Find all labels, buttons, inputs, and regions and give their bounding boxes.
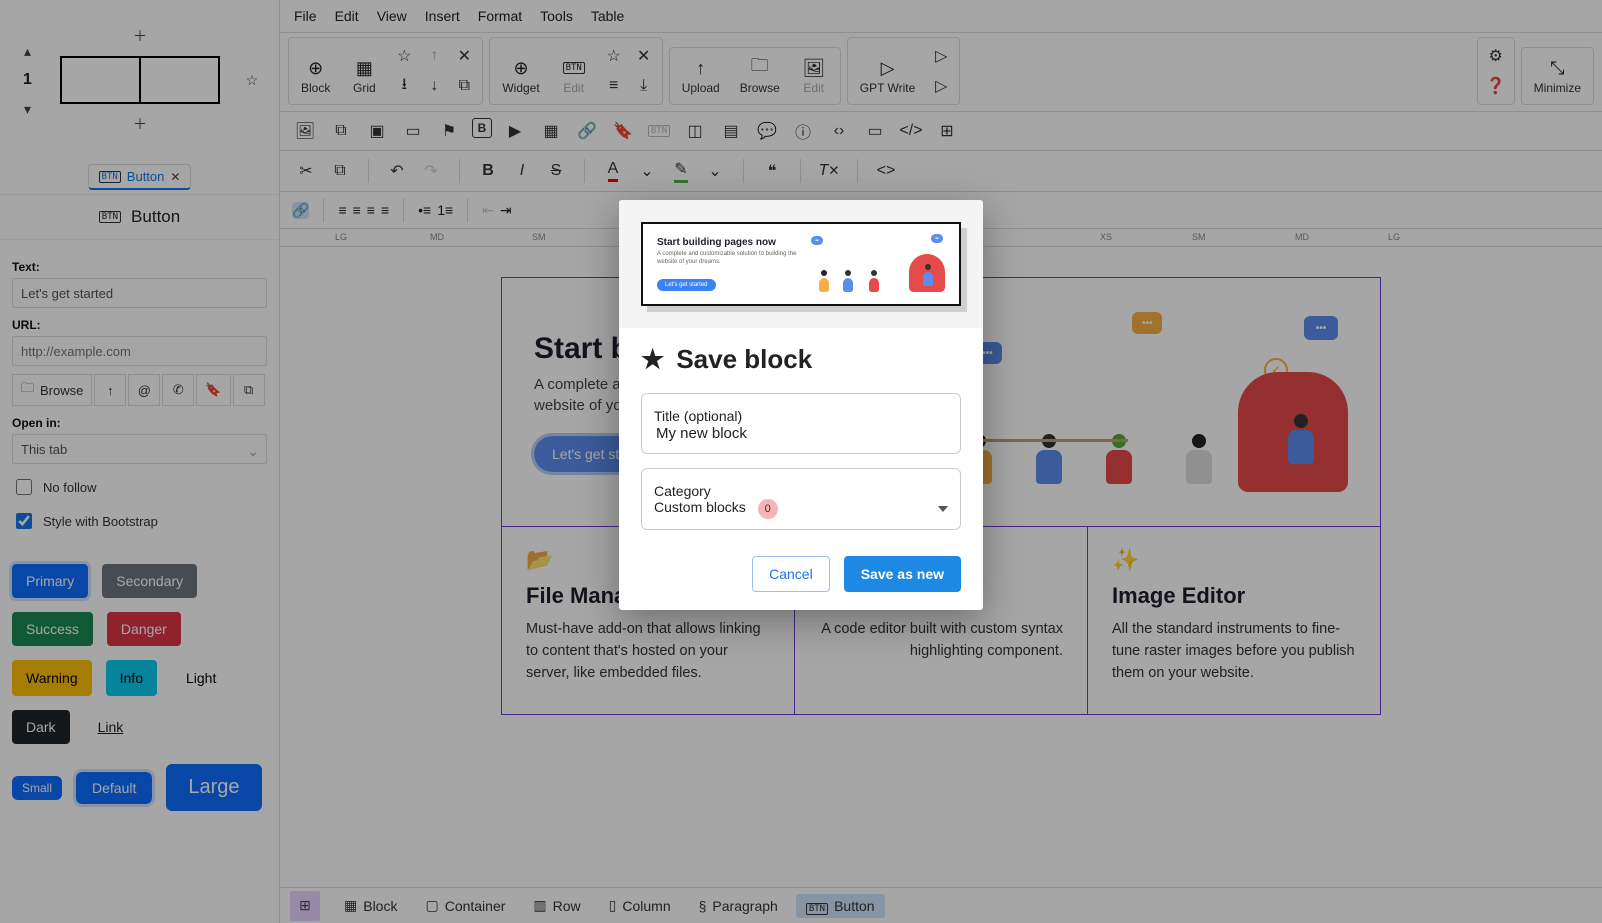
preview-title: Start building pages now (657, 237, 801, 248)
chevron-down-icon (938, 506, 948, 512)
dialog-preview: Start building pages now A complete and … (619, 200, 983, 328)
category-label: Category (654, 483, 711, 499)
category-field: Category Custom blocks 0 (641, 468, 961, 530)
preview-cta: Let's get started (657, 279, 716, 291)
save-block-dialog: Start building pages now A complete and … (619, 200, 983, 610)
dialog-heading-text: Save block (676, 344, 812, 375)
title-label: Title (optional) (654, 408, 742, 424)
category-value: Custom blocks (654, 499, 746, 515)
preview-sub: A complete and customizable solution to … (657, 251, 801, 267)
category-count-badge: 0 (758, 499, 778, 519)
category-select[interactable]: Custom blocks 0 (654, 499, 948, 519)
title-field: Title (optional) (641, 393, 961, 454)
preview-illustration: •• •• (811, 234, 945, 294)
save-button[interactable]: Save as new (844, 556, 961, 592)
dialog-heading: ★ Save block (641, 344, 961, 375)
title-input[interactable] (654, 424, 948, 443)
cancel-button[interactable]: Cancel (752, 556, 830, 592)
star-filled-icon: ★ (641, 344, 664, 375)
